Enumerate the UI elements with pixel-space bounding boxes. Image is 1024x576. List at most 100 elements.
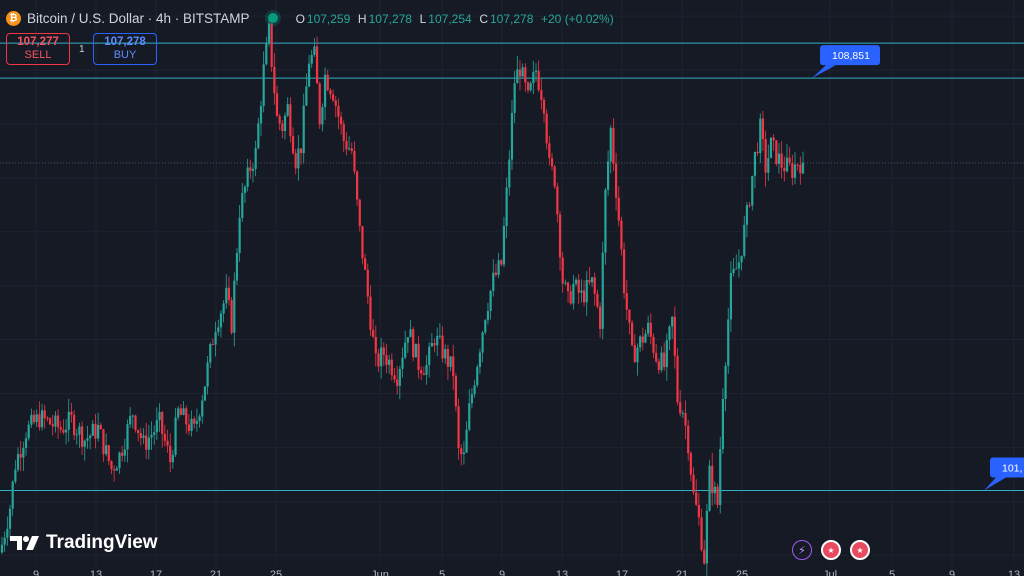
candle-body xyxy=(273,66,276,94)
candle-body xyxy=(639,336,642,348)
candle-body xyxy=(179,408,182,415)
candle-body xyxy=(222,303,225,314)
candle-body xyxy=(660,352,663,371)
candle-body xyxy=(94,423,97,439)
candle-body xyxy=(612,127,615,164)
candle-body xyxy=(436,335,439,346)
candle-body xyxy=(163,433,166,441)
candle-body xyxy=(150,434,153,438)
bolt-icon[interactable]: ⚡ xyxy=(792,540,812,560)
candle-body xyxy=(38,414,41,428)
buy-button[interactable]: 107,278 BUY xyxy=(93,33,157,65)
candle-body xyxy=(348,148,351,150)
candle-body xyxy=(545,113,548,144)
candle-body xyxy=(505,187,508,226)
candle-body xyxy=(278,116,281,124)
candle-body xyxy=(380,347,383,367)
x-tick-label: 9 xyxy=(499,569,505,576)
candle-body xyxy=(372,329,375,337)
candle-body xyxy=(139,432,142,438)
candle-body xyxy=(201,400,204,417)
candle-body xyxy=(566,282,570,292)
candle-body xyxy=(374,336,377,354)
candle-body xyxy=(48,418,52,425)
high-label: H xyxy=(357,11,367,26)
candle-body xyxy=(558,214,562,258)
candle-body xyxy=(721,398,724,450)
candle-body xyxy=(780,153,783,168)
candle-body xyxy=(270,23,273,67)
candle-body xyxy=(396,379,399,386)
candle-body xyxy=(572,283,575,304)
candle-body xyxy=(209,344,212,363)
low-value: 107,254 xyxy=(428,11,472,26)
us-flag-icon[interactable]: ★ xyxy=(850,540,870,560)
candle-body xyxy=(81,426,84,447)
candle-body xyxy=(764,138,767,173)
candle-body xyxy=(198,416,201,421)
candle-body xyxy=(385,355,388,365)
candle-body xyxy=(174,417,177,455)
candle-body xyxy=(97,424,100,439)
candle-body xyxy=(30,414,33,425)
candle-body xyxy=(732,268,735,274)
candle-body xyxy=(155,420,158,433)
candle-body xyxy=(147,437,150,450)
candle-body xyxy=(390,359,393,376)
candle-body xyxy=(484,319,487,333)
candle-body xyxy=(695,492,698,505)
candle-body xyxy=(588,279,591,283)
candle-body xyxy=(22,447,25,458)
sell-button[interactable]: 107,277 SELL xyxy=(6,33,70,65)
candle-body xyxy=(713,486,716,494)
candle-body xyxy=(550,158,554,167)
candle-body xyxy=(137,429,140,433)
candle-body xyxy=(177,408,180,418)
candle-body xyxy=(606,161,610,190)
candle-body xyxy=(64,429,68,433)
x-tick-label: 5 xyxy=(889,569,895,576)
candle-body xyxy=(356,171,359,200)
candle-body xyxy=(625,293,628,310)
candle-body xyxy=(123,449,126,456)
candle-body xyxy=(206,362,209,387)
candle-body xyxy=(262,64,265,107)
candle-body xyxy=(497,260,500,275)
candle-body xyxy=(35,414,38,423)
tradingview-logo-icon xyxy=(10,536,39,550)
us-flag-icon[interactable]: ★ xyxy=(821,540,841,560)
candle-body xyxy=(441,335,444,359)
candle-body xyxy=(171,454,174,463)
candle-body xyxy=(377,353,380,367)
candle-body xyxy=(671,316,674,327)
symbol-title[interactable]: Bitcoin / U.S. Dollar · 4h · BITSTAMP xyxy=(27,11,250,26)
x-tick-label: 25 xyxy=(270,569,282,576)
candle-body xyxy=(735,268,738,270)
candle-body xyxy=(684,413,687,426)
spread-value: 1 xyxy=(79,44,85,55)
x-tick-label: 21 xyxy=(210,569,222,576)
candle-body xyxy=(548,143,551,159)
candle-body xyxy=(366,269,369,297)
x-tick-label: 17 xyxy=(616,569,628,576)
candle-body xyxy=(556,186,559,215)
candle-body xyxy=(598,306,602,329)
candle-body xyxy=(14,469,17,482)
x-tick-label: 21 xyxy=(676,569,688,576)
price-chart[interactable]: 9 13 17 21 25 Jun 5 9 13 17 21 25 Jul 5 9 13 108,851 101, xyxy=(0,0,1024,576)
candle-body xyxy=(211,344,215,346)
candle-body xyxy=(676,355,679,403)
candle-body xyxy=(409,329,412,338)
candle-body xyxy=(350,148,353,152)
candle-body xyxy=(668,326,671,341)
candle-body xyxy=(289,104,292,137)
tradingview-logo[interactable]: TradingView xyxy=(10,532,158,554)
candle-body xyxy=(446,349,449,367)
candle-body xyxy=(246,167,249,187)
candle-body xyxy=(238,217,241,254)
candle-body xyxy=(19,454,22,458)
candle-body xyxy=(406,337,409,343)
candle-body xyxy=(772,137,775,141)
candle-body xyxy=(711,465,714,494)
candle-body xyxy=(388,359,391,365)
